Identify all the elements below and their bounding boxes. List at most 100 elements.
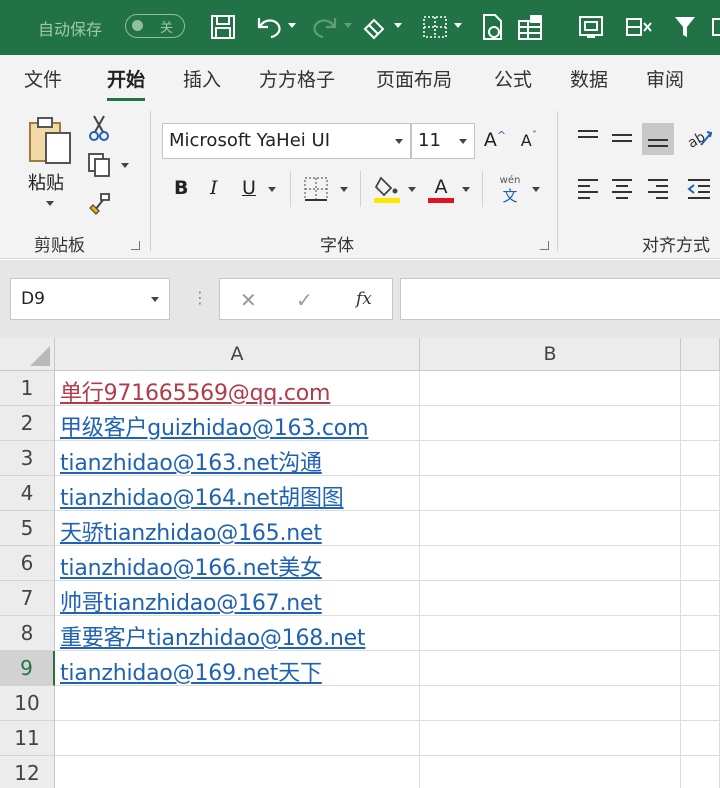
format-painter-button[interactable] <box>86 189 114 217</box>
enter-icon[interactable]: ✓ <box>296 288 313 312</box>
font-name-combo[interactable]: Microsoft YaHei UI <box>162 123 411 159</box>
cell-c4[interactable] <box>681 476 720 511</box>
email-hyperlink[interactable]: 甲级客户guizhidao@163.com <box>60 410 369 442</box>
column-header-c[interactable] <box>681 338 720 371</box>
row-header[interactable]: 11 <box>0 721 55 756</box>
cell-a9[interactable]: tianzhidao@169.net天下 <box>55 651 420 686</box>
file-export-button[interactable] <box>478 10 508 44</box>
undo-dropdown-arrow[interactable] <box>288 23 296 28</box>
more-commands-button[interactable] <box>710 10 720 44</box>
name-box[interactable]: D9 <box>10 278 170 320</box>
grow-font-button[interactable]: A ^ <box>482 125 508 155</box>
tab-formulas[interactable]: 公式 <box>494 65 532 92</box>
save-button[interactable] <box>206 10 240 44</box>
cell-a11[interactable] <box>55 721 420 756</box>
font-name-dropdown-arrow[interactable] <box>395 139 403 144</box>
cell-b6[interactable] <box>420 546 681 581</box>
cell-b1[interactable] <box>420 371 681 406</box>
select-all-button[interactable] <box>0 338 55 371</box>
cell-b9[interactable] <box>420 651 681 686</box>
cut-button[interactable] <box>86 113 112 143</box>
cell-c3[interactable] <box>681 441 720 476</box>
insert-function-button[interactable]: fx <box>356 289 372 309</box>
italic-button[interactable]: I <box>210 177 218 199</box>
bottom-align-button[interactable] <box>642 123 674 155</box>
cell-a12[interactable] <box>55 756 420 788</box>
tab-home[interactable]: 开始 <box>107 65 146 101</box>
column-header-b[interactable]: B <box>420 338 681 371</box>
row-header[interactable]: 6 <box>0 546 55 581</box>
email-hyperlink[interactable]: tianzhidao@166.net美女 <box>60 550 322 582</box>
cell-c12[interactable] <box>681 756 720 788</box>
formula-bar-resize-handle[interactable]: ⋮ <box>192 288 208 307</box>
redo-button[interactable] <box>310 10 352 44</box>
font-size-combo[interactable]: 11 <box>411 123 475 159</box>
align-right-button[interactable] <box>644 175 672 201</box>
copy-dropdown-arrow[interactable] <box>121 163 129 168</box>
row-header[interactable]: 12 <box>0 756 55 788</box>
email-hyperlink[interactable]: 重要客户tianzhidao@168.net <box>60 620 366 652</box>
cell-c7[interactable] <box>681 581 720 616</box>
delete-cells-button[interactable] <box>622 10 656 44</box>
clear-button[interactable] <box>360 10 402 44</box>
cell-b11[interactable] <box>420 721 681 756</box>
top-align-button[interactable] <box>574 125 602 151</box>
tab-fangfang-grid[interactable]: 方方格子 <box>259 65 335 92</box>
email-hyperlink[interactable]: 帅哥tianzhidao@167.net <box>60 585 322 617</box>
undo-button[interactable] <box>254 10 296 44</box>
cell-a1[interactable]: 单行971665569@qq.com <box>55 371 420 406</box>
email-hyperlink[interactable]: tianzhidao@163.net沟通 <box>60 445 322 477</box>
cell-c8[interactable] <box>681 616 720 651</box>
align-center-button[interactable] <box>608 175 636 201</box>
autosave-toggle[interactable]: 关 <box>125 14 185 38</box>
copy-button[interactable] <box>84 151 114 179</box>
cell-b7[interactable] <box>420 581 681 616</box>
orientation-button[interactable]: ab <box>684 123 714 153</box>
camera-button[interactable] <box>574 10 608 44</box>
cell-c1[interactable] <box>681 371 720 406</box>
cell-b10[interactable] <box>420 686 681 721</box>
underline-dropdown-arrow[interactable] <box>268 187 276 192</box>
clipboard-dialog-launcher[interactable] <box>131 241 140 250</box>
borders-button[interactable] <box>420 10 462 44</box>
middle-align-button[interactable] <box>608 125 636 151</box>
borders-dropdown-arrow[interactable] <box>454 23 462 28</box>
email-hyperlink[interactable]: 天骄tianzhidao@165.net <box>60 515 322 547</box>
fill-color-button[interactable] <box>372 173 402 205</box>
table-insert-button[interactable] <box>514 10 548 44</box>
font-color-dropdown-arrow[interactable] <box>462 187 470 192</box>
cell-c11[interactable] <box>681 721 720 756</box>
row-header[interactable]: 3 <box>0 441 55 476</box>
font-size-dropdown-arrow[interactable] <box>459 139 467 144</box>
bold-button[interactable]: B <box>174 177 188 199</box>
cell-c9[interactable] <box>681 651 720 686</box>
fill-color-dropdown-arrow[interactable] <box>408 187 416 192</box>
borders-ribbon-dropdown-arrow[interactable] <box>340 187 348 192</box>
row-header[interactable]: 9 <box>0 651 55 686</box>
cell-c2[interactable] <box>681 406 720 441</box>
phonetic-guide-button[interactable]: wén 文 <box>494 173 526 207</box>
row-header[interactable]: 2 <box>0 406 55 441</box>
cell-a3[interactable]: tianzhidao@163.net沟通 <box>55 441 420 476</box>
row-header[interactable]: 10 <box>0 686 55 721</box>
cell-a4[interactable]: tianzhidao@164.net胡图图 <box>55 476 420 511</box>
column-header-a[interactable]: A <box>55 338 420 371</box>
row-header[interactable]: 1 <box>0 371 55 406</box>
shrink-font-button[interactable]: Aˇ <box>516 125 542 155</box>
paste-label[interactable]: 粘贴 <box>28 169 64 195</box>
decrease-indent-button[interactable] <box>684 175 714 201</box>
email-hyperlink[interactable]: tianzhidao@169.net天下 <box>60 655 322 687</box>
cell-b8[interactable] <box>420 616 681 651</box>
clear-dropdown-arrow[interactable] <box>394 23 402 28</box>
borders-ribbon-button[interactable] <box>302 175 330 203</box>
formula-input[interactable] <box>400 278 720 320</box>
email-hyperlink[interactable]: tianzhidao@164.net胡图图 <box>60 480 344 512</box>
cell-a7[interactable]: 帅哥tianzhidao@167.net <box>55 581 420 616</box>
cell-b12[interactable] <box>420 756 681 788</box>
cell-c10[interactable] <box>681 686 720 721</box>
cell-c6[interactable] <box>681 546 720 581</box>
cell-a6[interactable]: tianzhidao@166.net美女 <box>55 546 420 581</box>
cell-b3[interactable] <box>420 441 681 476</box>
tab-file[interactable]: 文件 <box>24 65 62 92</box>
cell-a2[interactable]: 甲级客户guizhidao@163.com <box>55 406 420 441</box>
